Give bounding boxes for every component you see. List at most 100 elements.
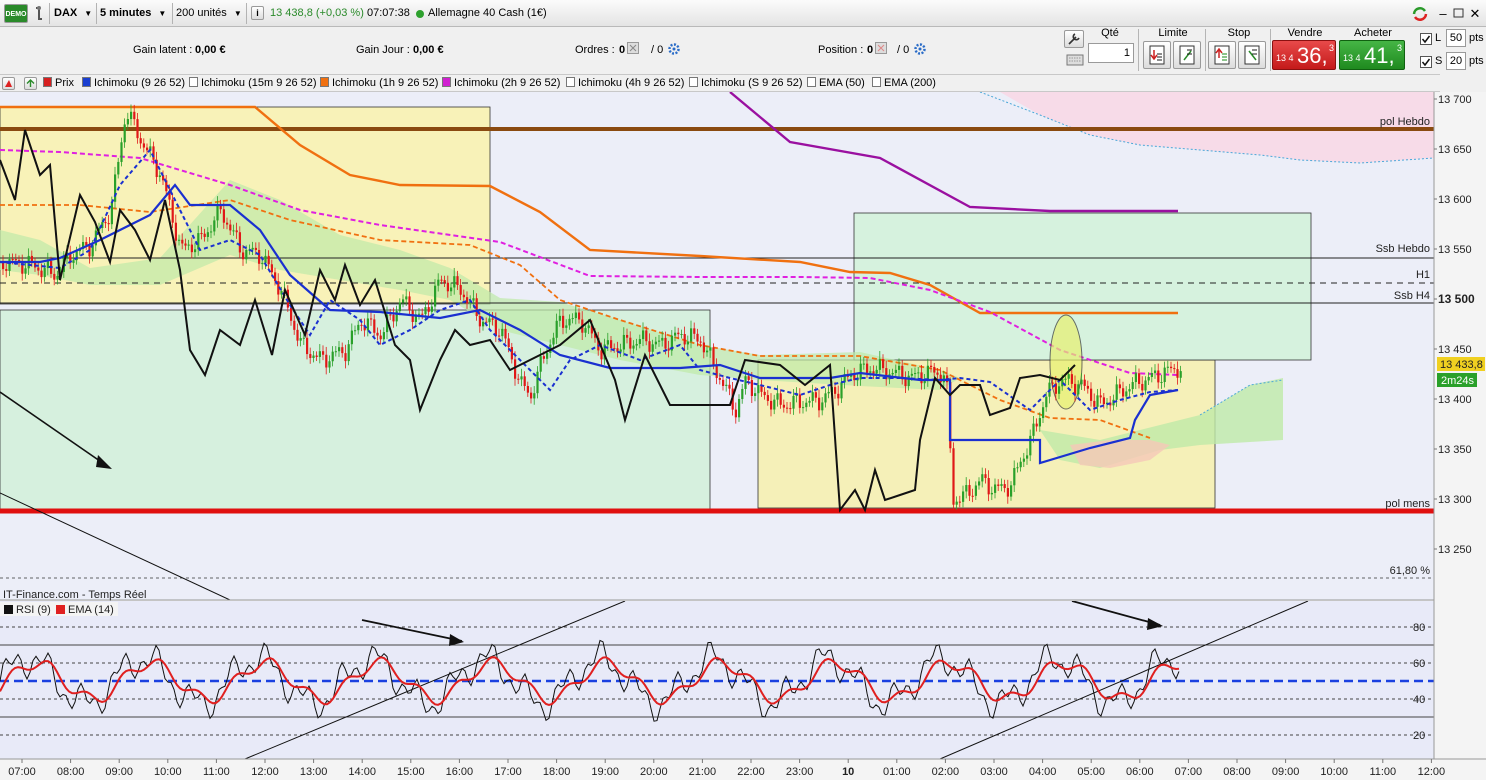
refresh-icon[interactable]: [1410, 4, 1430, 23]
candle-body: [299, 338, 302, 341]
close-position-icon[interactable]: [875, 42, 887, 54]
candle-body: [1115, 384, 1118, 400]
indicator-ema-200[interactable]: EMA (200): [872, 77, 936, 91]
candle-body: [354, 330, 357, 332]
candle-body: [382, 332, 385, 340]
candle-body: [725, 384, 728, 386]
wrench-icon[interactable]: [1064, 30, 1084, 48]
candle-body: [1077, 384, 1080, 395]
l-points-input[interactable]: [1446, 29, 1466, 47]
candle-body: [517, 378, 520, 380]
close-icon[interactable]: ✕: [1468, 4, 1482, 23]
candle-body: [318, 351, 321, 357]
gain-latent-value: 0,00 €: [195, 44, 226, 56]
candle-body: [533, 393, 536, 399]
indicator-ichimoku[interactable]: Ichimoku (9 26 52): [82, 77, 185, 91]
candle-body: [1038, 418, 1041, 427]
indicator-label: Ichimoku (2h 9 26 52): [454, 77, 561, 89]
indicator-ichimoku-s[interactable]: Ichimoku (S 9 26 52): [689, 77, 803, 91]
candle-body: [325, 354, 328, 368]
buy-price-big: 41,: [1364, 43, 1395, 68]
candle-body: [898, 365, 901, 370]
indicator-swatch: [82, 77, 91, 87]
sell-price-small: 13 4: [1276, 53, 1294, 63]
candle-body: [302, 337, 305, 339]
candle-body: [200, 233, 203, 235]
candle-body: [722, 379, 725, 386]
time-tick-label: 05:00: [1077, 766, 1105, 778]
candle-body: [747, 376, 750, 381]
cancel-orders-icon[interactable]: [627, 42, 639, 54]
candle-body: [1131, 382, 1134, 390]
s-checkbox[interactable]: [1420, 56, 1432, 68]
gear-icon[interactable]: [667, 42, 681, 56]
sell-stop-button[interactable]: [1238, 41, 1266, 69]
price-tick-label: 13 600: [1438, 194, 1472, 206]
price-tick-label: 13 400: [1438, 394, 1472, 406]
candle-body: [1122, 388, 1125, 397]
info-icon[interactable]: i: [251, 6, 264, 20]
candle-body: [1013, 468, 1016, 486]
candle-body: [619, 349, 622, 352]
candle-body: [107, 223, 110, 225]
indicator-prix[interactable]: Prix: [43, 77, 74, 91]
candle-body: [440, 279, 443, 281]
buy-button[interactable]: 13 4 41, 3: [1339, 40, 1405, 70]
keyboard-icon[interactable]: [1066, 53, 1084, 67]
rsi-level-60: 60: [1413, 658, 1425, 670]
candle-body: [942, 375, 945, 383]
candle-body: [1173, 368, 1176, 370]
maximize-icon[interactable]: [1452, 4, 1466, 23]
candle-body: [635, 343, 638, 346]
candle-body: [808, 400, 811, 403]
minimize-icon[interactable]: –: [1436, 4, 1450, 23]
indicator-ema-50[interactable]: EMA (50): [807, 77, 865, 91]
sell-limit-button[interactable]: [1173, 41, 1201, 69]
indicator-swatch: [189, 77, 198, 87]
time-tick-label: 10:00: [1320, 766, 1348, 778]
expand-icon[interactable]: [24, 77, 37, 90]
candle-body: [421, 313, 424, 315]
candle-body: [773, 399, 776, 410]
candle-body: [802, 407, 805, 409]
quantity-input[interactable]: [1088, 43, 1134, 63]
indicator-swatch: [43, 77, 52, 87]
time-tick-label: 09:00: [105, 766, 133, 778]
gear-icon[interactable]: [913, 42, 927, 56]
ordres-count: 0: [619, 44, 626, 56]
candle-body: [693, 328, 696, 334]
candle-body: [1019, 461, 1022, 468]
s-points-input[interactable]: [1446, 52, 1466, 70]
candle-body: [110, 201, 113, 225]
ordres-total: / 0: [651, 44, 664, 56]
buy-stop-button[interactable]: [1208, 41, 1236, 69]
indicator-ichimoku-1h[interactable]: Ichimoku (1h 9 26 52): [320, 77, 438, 91]
indicator-ichimoku-4h[interactable]: Ichimoku (4h 9 26 52): [566, 77, 684, 91]
candle-body: [1134, 373, 1137, 383]
time-tick-label: 21:00: [689, 766, 717, 778]
sell-button[interactable]: 13 4 36, 3: [1272, 40, 1336, 70]
candle-body: [133, 111, 136, 120]
candle-body: [334, 351, 337, 353]
candle-body: [981, 474, 984, 482]
units-select[interactable]: 200 unités ▼: [176, 4, 244, 23]
indicator-ichimoku-15m[interactable]: Ichimoku (15m 9 26 52): [189, 77, 317, 91]
price-chart[interactable]: 13 700 13 650 13 600 13 550 13 500 13 450 13 4…: [0, 92, 1486, 780]
instrument-select[interactable]: DAX ▼: [54, 4, 94, 23]
candle-body: [962, 491, 965, 502]
candle-body: [530, 392, 533, 399]
buy-limit-button[interactable]: [1143, 41, 1171, 69]
candle-body: [1128, 389, 1131, 392]
candle-body: [584, 328, 587, 333]
indicator-ichimoku-2h[interactable]: Ichimoku (2h 9 26 52): [442, 77, 560, 91]
candle-body: [453, 276, 456, 288]
candle-body: [894, 369, 897, 373]
settings-icon[interactable]: [2, 77, 15, 90]
candle-body: [216, 204, 219, 221]
candle-body: [123, 124, 126, 143]
l-checkbox[interactable]: [1420, 33, 1432, 45]
timeframe-select[interactable]: 5 minutes ▼: [100, 4, 170, 23]
candle-body: [462, 294, 465, 298]
link-icon[interactable]: [32, 4, 46, 23]
rsi-level-20: 20: [1413, 730, 1425, 742]
